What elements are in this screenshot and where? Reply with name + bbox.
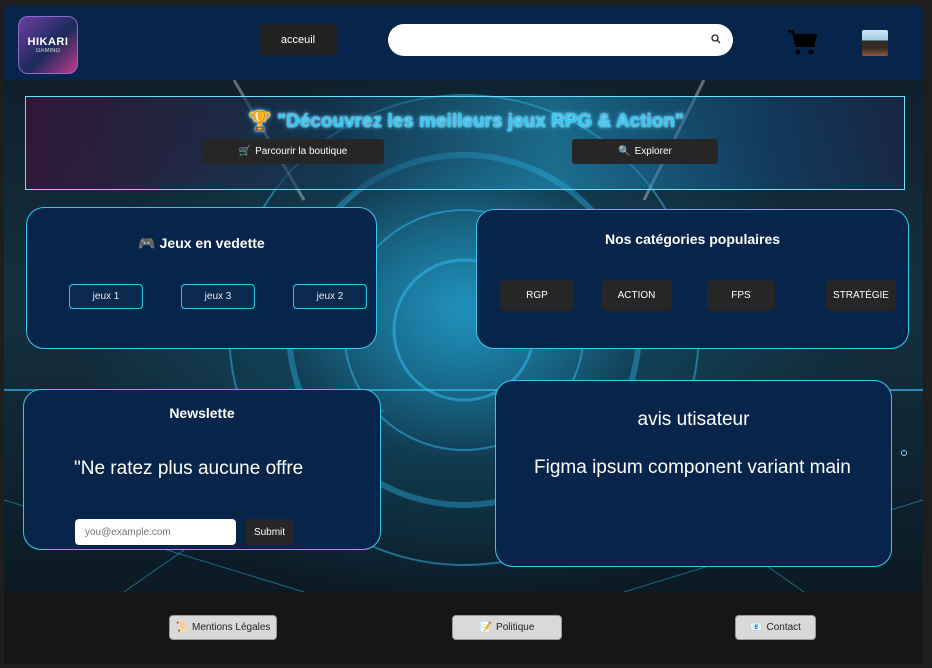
legal-notice-button[interactable]: 📜 Mentions Légales: [169, 615, 277, 640]
hero-title-text: "Découvrez les meilleurs jeux RPG & Acti…: [277, 111, 684, 132]
email-field[interactable]: [75, 519, 236, 545]
game-button-3[interactable]: jeux 3: [181, 284, 255, 309]
legal-notice-label: Mentions Légales: [192, 622, 271, 633]
browse-shop-label: Parcourir la boutique: [255, 146, 348, 157]
search-icon[interactable]: [711, 34, 721, 44]
browse-shop-button[interactable]: 🛒 Parcourir la boutique: [202, 139, 384, 164]
game-button-1[interactable]: jeux 1: [69, 284, 143, 309]
category-rpg[interactable]: RGP: [500, 280, 574, 311]
carousel-dot-icon[interactable]: [901, 450, 907, 456]
search-input[interactable]: [388, 24, 733, 56]
page: HIKARI GAMING acceuil 🏆 "Découvrez les m…: [4, 6, 923, 664]
reviews-card: avis utisateur Figma ipsum component var…: [495, 380, 892, 567]
logo-text: HIKARI: [27, 36, 69, 48]
gamepad-icon: 🎮: [138, 235, 156, 251]
envelope-icon: 📧: [750, 622, 763, 633]
brand-logo[interactable]: HIKARI GAMING: [18, 16, 78, 74]
user-avatar[interactable]: [862, 30, 888, 56]
category-strategy[interactable]: STRATÉGIE: [826, 280, 896, 311]
logo-subtext: GAMING: [35, 48, 61, 54]
magnifier-icon: 🔍: [618, 146, 631, 157]
memo-icon: 📝: [479, 622, 493, 633]
trophy-icon: 🏆: [248, 111, 272, 132]
top-nav: HIKARI GAMING acceuil: [4, 6, 923, 80]
policy-button[interactable]: 📝 Politique: [452, 615, 562, 640]
categories-title: Nos catégories populaires: [604, 231, 781, 247]
category-action[interactable]: ACTION: [601, 280, 672, 311]
newsletter-card: Newslette "Ne ratez plus aucune offre Su…: [23, 389, 381, 550]
review-text: Figma ipsum component variant main: [534, 457, 851, 478]
cart-small-icon: 🛒: [238, 146, 252, 157]
newsletter-title: Newslette: [169, 405, 235, 421]
reviews-title: avis utisateur: [637, 409, 750, 430]
explore-button[interactable]: 🔍 Explorer: [572, 139, 718, 164]
featured-title: 🎮 Jeux en vedette: [27, 235, 376, 252]
app-frame: HIKARI GAMING acceuil 🏆 "Découvrez les m…: [0, 0, 932, 668]
cart-icon[interactable]: [787, 28, 817, 56]
contact-button[interactable]: 📧 Contact: [735, 615, 816, 640]
featured-games-card: 🎮 Jeux en vedette jeux 1 jeux 3 jeux 2: [26, 207, 377, 349]
contact-label: Contact: [766, 622, 801, 633]
category-fps[interactable]: FPS: [707, 280, 775, 311]
featured-title-text: Jeux en vedette: [159, 235, 265, 251]
hero-title: 🏆 "Découvrez les meilleurs jeux RPG & Ac…: [26, 109, 904, 133]
hero-banner: 🏆 "Découvrez les meilleurs jeux RPG & Ac…: [25, 96, 905, 190]
policy-label: Politique: [496, 622, 535, 633]
home-button[interactable]: acceuil: [259, 24, 337, 55]
submit-button[interactable]: Submit: [245, 519, 294, 545]
popular-categories-card: Nos catégories populaires RGP ACTION FPS…: [476, 209, 909, 349]
explore-label: Explorer: [634, 146, 672, 157]
footer: 📜 Mentions Légales 📝 Politique 📧 Contact: [4, 592, 923, 664]
scroll-icon: 📜: [175, 622, 189, 633]
game-button-2[interactable]: jeux 2: [293, 284, 367, 309]
newsletter-text: "Ne ratez plus aucune offre: [74, 458, 304, 479]
